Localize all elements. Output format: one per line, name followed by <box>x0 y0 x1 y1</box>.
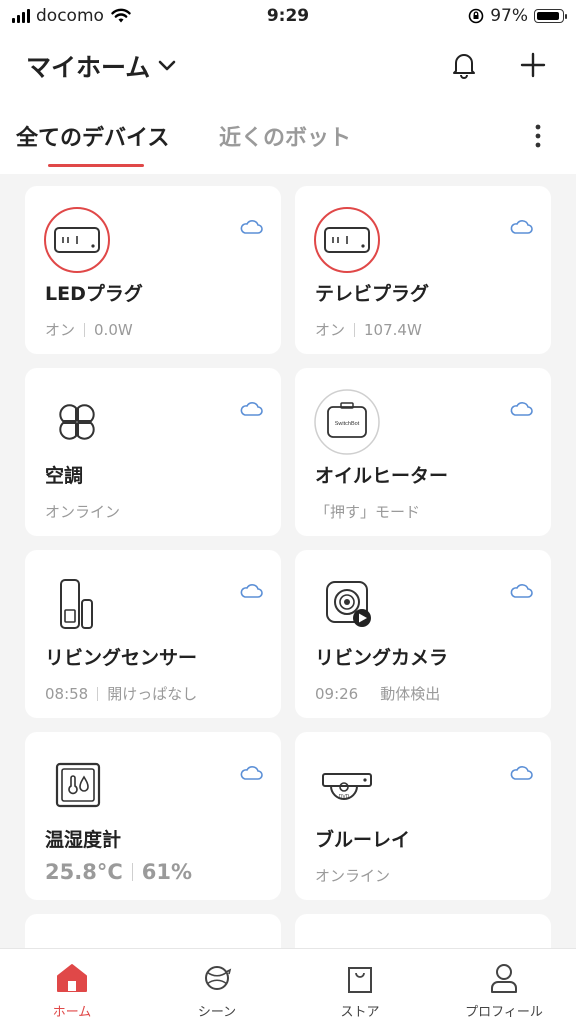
battery-icon <box>534 9 567 23</box>
connection-state: オンライン <box>45 503 121 521</box>
last-event-time: 08:58 <box>45 684 89 703</box>
cloud-icon <box>510 766 533 780</box>
device-card-living-sensor[interactable]: リビングセンサー 08:58 開けっぱなし <box>25 550 281 718</box>
active-tab-indicator <box>48 164 144 167</box>
battery-percent: 97% <box>490 6 528 26</box>
device-name: リビングセンサー <box>45 647 198 669</box>
app-header: マイホーム 全てのデバイス 近くのボット <box>0 34 576 174</box>
home-name: マイホーム <box>26 53 151 82</box>
nav-home[interactable]: ホーム <box>12 961 132 1020</box>
fan-icon <box>43 388 111 456</box>
device-status: 09:26 動体検出 <box>315 683 440 704</box>
bluray-player-icon: DVD <box>313 752 381 820</box>
cloud-icon <box>510 402 533 416</box>
cloud-icon <box>240 584 263 598</box>
device-card-air-conditioner[interactable]: 空調 オンライン <box>25 368 281 536</box>
thermo-hygrometer-icon <box>43 752 111 820</box>
scene-icon <box>205 966 232 990</box>
tab-all-devices[interactable]: 全てのデバイス <box>16 120 169 152</box>
cloud-icon <box>240 220 263 234</box>
bot-mode: 「押す」モード <box>315 503 421 521</box>
device-card-bluray[interactable]: DVD ブルーレイ オンライン <box>295 732 551 900</box>
more-vertical-icon <box>535 124 541 148</box>
notification-button[interactable] <box>447 48 481 82</box>
svg-text:SwitchBot: SwitchBot <box>335 421 360 427</box>
device-card-tv-plug[interactable]: テレビプラグ オン 107.4W <box>295 186 551 354</box>
nav-label: シーン <box>197 1005 237 1020</box>
last-event: 開けっぱなし <box>107 685 198 703</box>
nav-label: ホーム <box>52 1005 92 1020</box>
more-options-button[interactable] <box>528 122 548 150</box>
device-tabs: 全てのデバイス 近くのボット <box>0 114 576 164</box>
device-name: ブルーレイ <box>315 829 411 851</box>
store-bag-icon <box>348 967 372 993</box>
bottom-navigation: ホーム シーン ストア プロフィール <box>0 948 576 1025</box>
device-name: オイルヒーター <box>315 465 449 487</box>
divider <box>354 322 356 337</box>
last-event-time: 09:26 <box>315 684 359 703</box>
chevron-down-icon <box>158 60 176 71</box>
profile-icon <box>491 964 517 993</box>
plus-icon <box>520 52 546 78</box>
device-card-led-plug[interactable]: LEDプラグ オン 0.0W <box>25 186 281 354</box>
status-bar: docomo 9:29 97% <box>0 0 576 34</box>
device-status: 25.8°C 61% <box>45 860 192 884</box>
cloud-icon <box>240 766 263 780</box>
switchbot-icon: SwitchBot <box>313 388 381 456</box>
power-state: オン <box>315 321 346 339</box>
power-usage: 107.4W <box>364 320 422 339</box>
cloud-icon <box>510 584 533 598</box>
device-name: リビングカメラ <box>315 647 449 669</box>
contact-sensor-icon <box>43 570 111 638</box>
divider <box>131 863 133 881</box>
home-selector[interactable]: マイホーム <box>26 48 176 84</box>
device-name: 空調 <box>45 465 84 487</box>
device-status: オンライン <box>315 865 390 886</box>
svg-text:DVD: DVD <box>339 794 350 800</box>
divider <box>84 322 86 337</box>
connection-state: オンライン <box>315 867 391 885</box>
device-status: オンライン <box>45 501 120 522</box>
nav-profile[interactable]: プロフィール <box>444 961 564 1020</box>
status-right: 97% <box>468 6 567 26</box>
nav-label: プロフィール <box>465 1005 543 1020</box>
nav-scene[interactable]: シーン <box>157 961 277 1020</box>
device-grid: LEDプラグ オン 0.0W テレビプラグ オン 107.4W 空調 オンライン… <box>25 186 551 954</box>
device-status: 08:58 開けっぱなし <box>45 683 197 704</box>
device-name: 温湿度計 <box>45 829 122 851</box>
nav-store[interactable]: ストア <box>300 961 420 1020</box>
device-name: LEDプラグ <box>45 283 143 305</box>
humidity-value: 61% <box>141 860 192 884</box>
add-device-button[interactable] <box>516 48 550 82</box>
device-status: オン 107.4W <box>315 319 422 340</box>
bell-icon <box>453 54 475 79</box>
cloud-icon <box>510 220 533 234</box>
tab-nearby-bots[interactable]: 近くのボット <box>219 120 351 152</box>
divider <box>97 686 99 701</box>
power-usage: 0.0W <box>94 320 133 339</box>
device-card-oil-heater[interactable]: SwitchBot オイルヒーター 「押す」モード <box>295 368 551 536</box>
last-event: 動体検出 <box>380 685 441 703</box>
cloud-icon <box>240 402 263 416</box>
home-icon <box>57 964 87 992</box>
plug-icon <box>313 206 381 274</box>
device-name: テレビプラグ <box>315 283 430 305</box>
device-status: オン 0.0W <box>45 319 133 340</box>
device-card-thermo-hygrometer[interactable]: 温湿度計 25.8°C 61% <box>25 732 281 900</box>
camera-icon <box>313 570 381 638</box>
nav-label: ストア <box>340 1005 380 1020</box>
plug-icon <box>43 206 111 274</box>
temperature-value: 25.8°C <box>45 860 123 884</box>
orientation-lock-icon <box>468 8 484 24</box>
device-card-living-camera[interactable]: リビングカメラ 09:26 動体検出 <box>295 550 551 718</box>
device-status: 「押す」モード <box>315 501 420 522</box>
power-state: オン <box>45 321 76 339</box>
